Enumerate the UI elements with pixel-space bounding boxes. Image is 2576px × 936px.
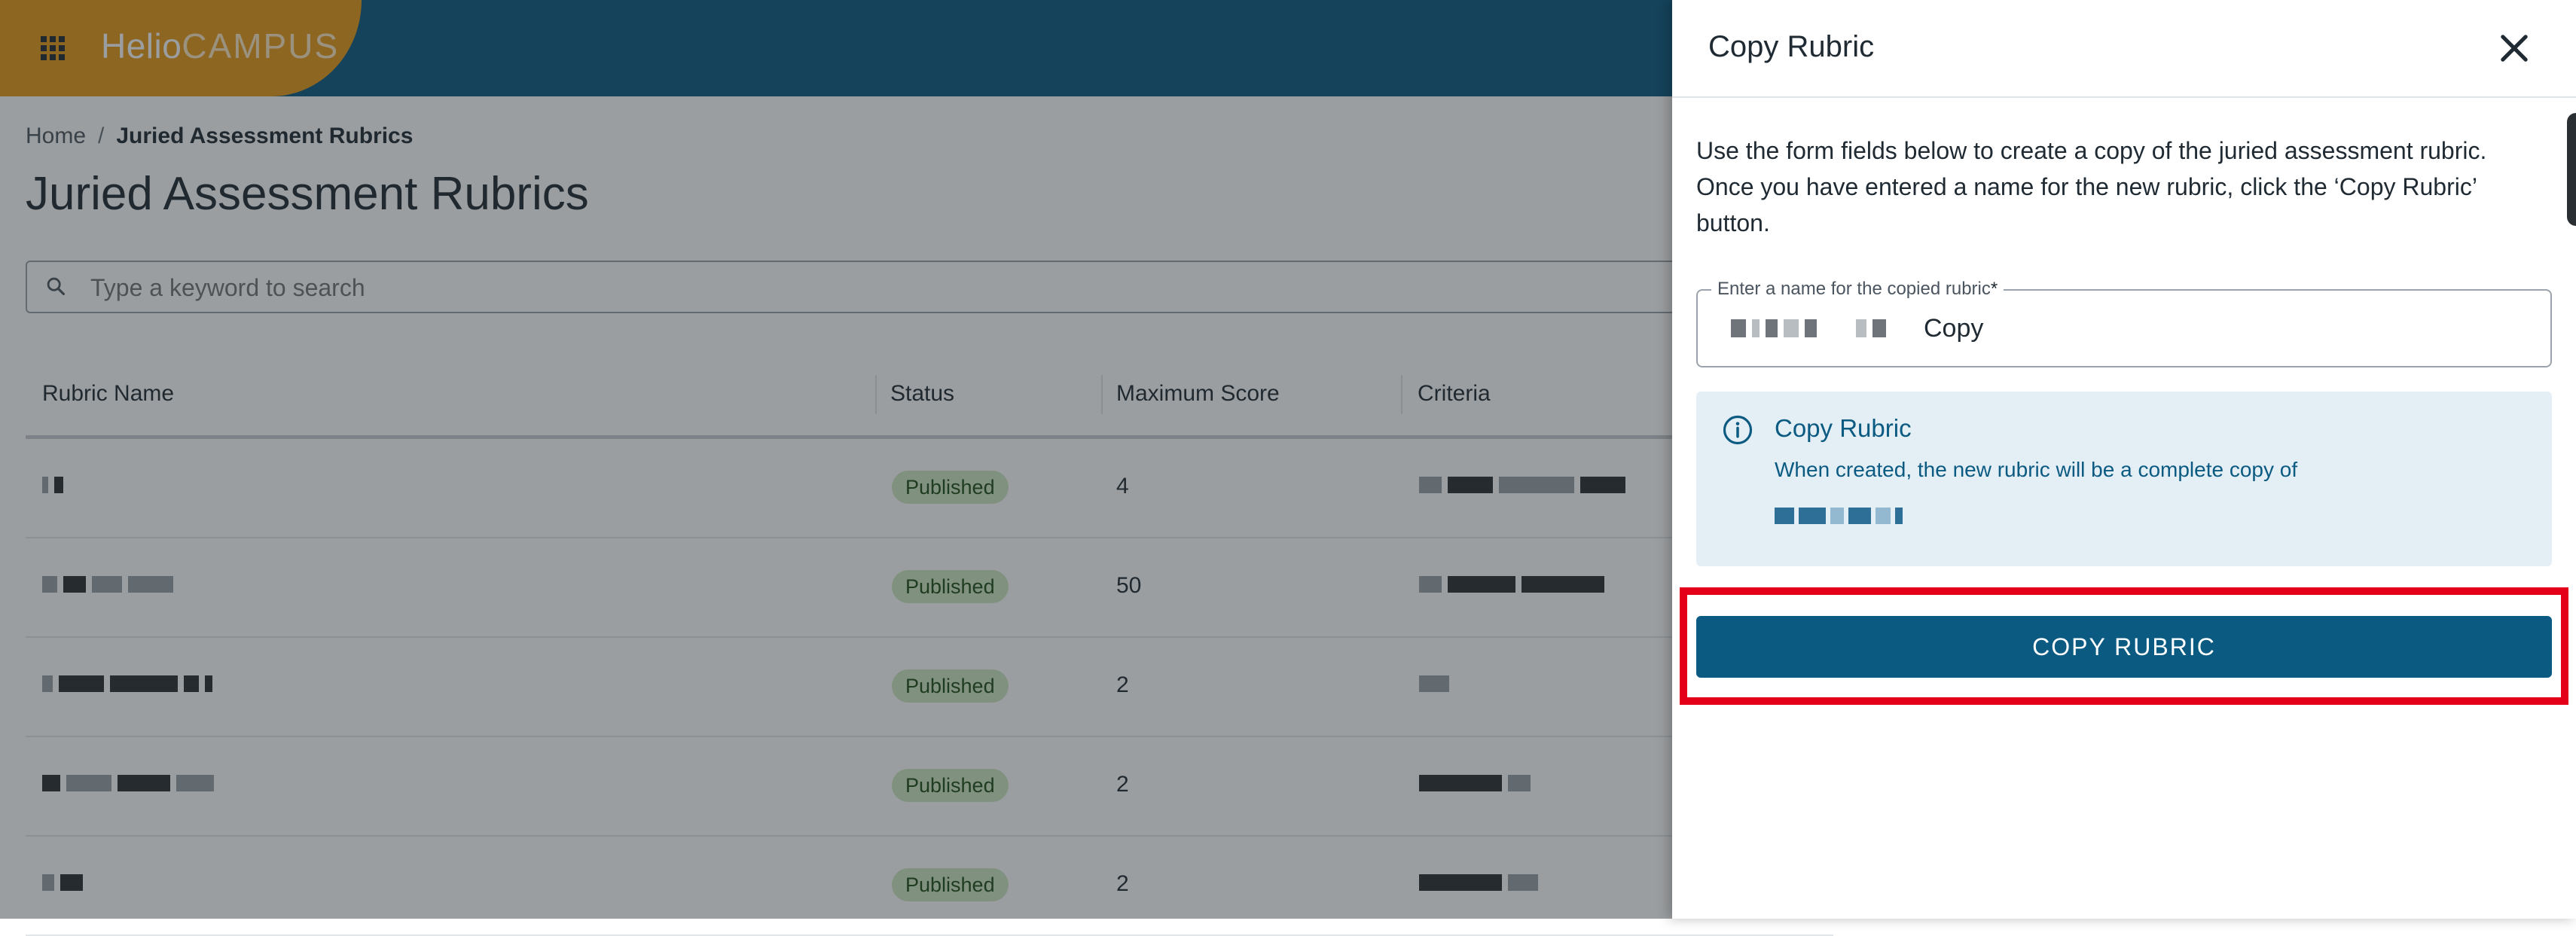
required-mark: * [1990, 279, 1998, 299]
annotation-highlight-box [1680, 587, 2568, 705]
rubric-name-input[interactable] [1924, 312, 2496, 345]
info-icon [1723, 415, 1753, 445]
close-button[interactable] [2493, 27, 2535, 69]
drawer-instructions: Use the form fields below to create a co… [1696, 137, 2487, 236]
side-edge-tab[interactable] [2567, 113, 2576, 226]
drawer-header: Copy Rubric [1672, 0, 2576, 98]
field-value-redacted [1731, 319, 1892, 337]
copy-rubric-drawer: Copy Rubric Use the form fields below to… [1672, 0, 2576, 919]
source-rubric-name-redacted [1775, 508, 1907, 524]
close-icon [2501, 35, 2528, 62]
field-label-text: Enter a name for the copied rubric [1717, 279, 1991, 299]
rubric-name-field-label: Enter a name for the copied rubric* [1711, 279, 2004, 300]
info-callout: Copy Rubric When created, the new rubric… [1696, 392, 2552, 566]
rubric-name-field[interactable]: Enter a name for the copied rubric* [1696, 279, 2552, 367]
drawer-title: Copy Rubric [1708, 30, 1875, 63]
info-title: Copy Rubric [1775, 414, 1912, 442]
info-text: When created, the new rubric will be a c… [1775, 458, 2298, 481]
